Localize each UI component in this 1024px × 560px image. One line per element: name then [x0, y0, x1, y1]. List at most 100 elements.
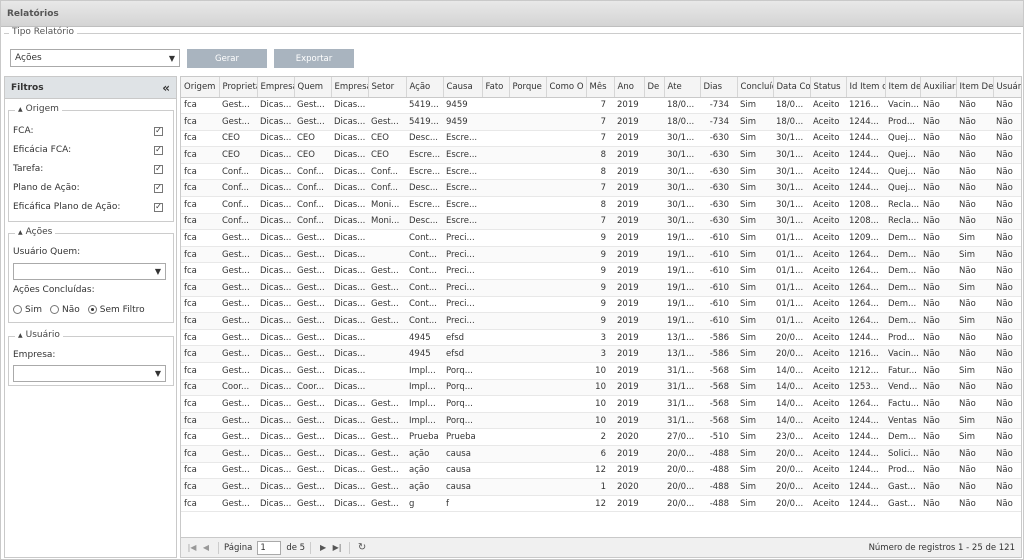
tipo-relatorio-select[interactable]: Ações ▼ [10, 49, 180, 67]
table-row[interactable]: fca Gest... Dicas... Gest... Dicas... Gest...… [181, 262, 1021, 281]
table-cell: -568 [700, 362, 737, 380]
table-row[interactable]: fca Coor... Dicas... Coor... Dicas... Impl...… [181, 379, 1021, 397]
table-row[interactable]: fca Gest... Dicas... Gest... Dicas... Gest...… [181, 279, 1021, 297]
table-cell [546, 113, 586, 131]
column-header[interactable]: Como O [546, 77, 587, 98]
column-header[interactable]: Ano [614, 77, 645, 98]
table-row[interactable]: fca Gest... Dicas... Gest... Dicas... Gest...… [181, 462, 1021, 480]
caret-up-icon[interactable]: ▲ [18, 332, 23, 339]
column-header[interactable]: Usuário [993, 77, 1021, 98]
table-cell: Gest... [294, 478, 331, 496]
column-header[interactable]: Data Co [773, 77, 811, 98]
column-header[interactable]: Ação [406, 77, 444, 98]
table-cell: Não [956, 478, 993, 496]
origem-group: ▲ Origem FCA: ✓ Eficácia FCA: ✓ Tarefa: ✓ Plano… [8, 104, 174, 222]
table-cell: Dem... [885, 312, 920, 330]
column-header[interactable]: Fato [482, 77, 510, 98]
column-header[interactable]: Concluíd [737, 77, 774, 98]
table-row[interactable]: fca Gest... Dicas... Gest... Dicas... Gest...… [181, 495, 1021, 513]
table-cell: Dicas... [257, 113, 294, 131]
collapse-icon[interactable]: « [162, 81, 170, 95]
acoes-legend[interactable]: ▲ Ações [15, 227, 56, 237]
prev-page-icon[interactable]: ◀ [199, 543, 213, 552]
column-header[interactable]: Item de [885, 77, 921, 98]
table-row[interactable]: fca Gest... Dicas... Gest... Dicas... Gest...… [181, 395, 1021, 413]
exportar-button[interactable]: Exportar [274, 49, 354, 68]
table-row[interactable]: fca Gest... Dicas... Gest... Dicas... Gest...… [181, 412, 1021, 430]
column-header[interactable]: Auxiliar [920, 77, 957, 98]
column-header[interactable]: Empresa [257, 77, 295, 98]
table-cell: 9459 [443, 97, 482, 115]
gerar-button[interactable]: Gerar [187, 49, 267, 68]
column-header[interactable]: Proprietá [219, 77, 258, 98]
column-header[interactable]: Setor [368, 77, 407, 98]
chevron-down-icon[interactable]: ▼ [165, 50, 179, 66]
table-row[interactable]: fca Gest... Dicas... Gest... Dicas... 4945 efs… [181, 329, 1021, 347]
next-page-icon[interactable]: ▶ [316, 543, 330, 552]
table-cell: fca [181, 246, 219, 264]
table-row[interactable]: fca Gest... Dicas... Gest... Dicas... Gest...… [181, 296, 1021, 314]
table-row[interactable]: fca Gest... Dicas... Gest... Dicas... Impl...… [181, 362, 1021, 380]
table-row[interactable]: fca Conf... Dicas... Conf... Dicas... Conf...… [181, 163, 1021, 181]
table-cell: Não [920, 279, 956, 297]
column-header[interactable]: Mês [586, 77, 615, 98]
radio-icon[interactable] [49, 305, 59, 314]
column-header[interactable]: De [644, 77, 665, 98]
usuario-quem-select[interactable]: ▼ [13, 263, 166, 280]
column-header[interactable]: Status [810, 77, 847, 98]
table-cell: Prod... [885, 329, 920, 347]
page-input[interactable]: 1 [257, 540, 282, 555]
table-row[interactable]: fca Gest... Dicas... Gest... Dicas... Gest...… [181, 478, 1021, 496]
empresa-select[interactable]: ▼ [13, 365, 166, 382]
caret-up-icon[interactable]: ▲ [18, 229, 23, 236]
table-cell: Não [993, 329, 1021, 347]
table-row[interactable]: fca Gest... Dicas... Gest... Dicas... 5419...… [181, 97, 1021, 115]
table-cell: -488 [700, 462, 737, 480]
column-header[interactable]: Dias [700, 77, 738, 98]
table-cell: Dicas... [257, 445, 294, 463]
page-label: Página [224, 542, 253, 553]
acoes-legend-label: Ações [25, 227, 53, 237]
concluidas-radio-option[interactable]: Sem Filtro [87, 305, 145, 315]
table-row[interactable]: fca Gest... Dicas... Gest... Dicas... Gest...… [181, 445, 1021, 463]
column-header[interactable]: Origem [181, 77, 220, 98]
chevron-down-icon[interactable]: ▼ [151, 264, 165, 279]
table-row[interactable]: fca Gest... Dicas... Gest... Dicas... Gest...… [181, 113, 1021, 131]
table-row[interactable]: fca Gest... Dicas... Gest... Dicas... Gest...… [181, 428, 1021, 446]
table-cell [546, 362, 586, 380]
origem-legend[interactable]: ▲ Origem [15, 104, 62, 114]
table-row[interactable]: fca Gest... Dicas... Gest... Dicas... Cont...… [181, 246, 1021, 264]
last-page-icon[interactable]: ▶| [330, 543, 344, 552]
column-header[interactable]: Empresa [331, 77, 369, 98]
table-cell: Quej... [885, 130, 920, 148]
table-row[interactable]: fca Conf... Dicas... Conf... Dicas... Moni...… [181, 196, 1021, 214]
table-row[interactable]: fca Conf... Dicas... Conf... Dicas... Conf...… [181, 179, 1021, 198]
origem-filter-checkbox[interactable]: ✓ [154, 145, 163, 155]
column-header[interactable]: Ate [664, 77, 701, 98]
table-row[interactable]: fca Gest... Dicas... Gest... Dicas... Gest...… [181, 312, 1021, 330]
concluidas-radio-option[interactable]: Não [49, 305, 80, 315]
caret-up-icon[interactable]: ▲ [18, 106, 23, 113]
origem-filter-checkbox[interactable]: ✓ [154, 202, 163, 212]
column-header[interactable]: Causa [443, 77, 483, 98]
radio-icon[interactable] [13, 305, 22, 314]
column-header[interactable]: Item De [956, 77, 994, 98]
table-row[interactable]: fca Conf... Dicas... Conf... Dicas... Moni...… [181, 213, 1021, 231]
radio-icon[interactable] [87, 305, 97, 314]
table-cell [482, 163, 509, 181]
column-header[interactable]: Quem [294, 77, 332, 98]
usuario-legend[interactable]: ▲ Usuário [15, 330, 63, 340]
origem-filter-checkbox[interactable]: ✓ [154, 126, 163, 136]
origem-filter-checkbox[interactable]: ✓ [154, 183, 163, 193]
table-row[interactable]: fca Gest... Dicas... Gest... Dicas... 4945 efs… [181, 345, 1021, 363]
table-row[interactable]: fca CEO Dicas... CEO Dicas... CEO Desc... Escre… [181, 130, 1021, 148]
chevron-down-icon[interactable]: ▼ [151, 366, 165, 381]
first-page-icon[interactable]: |◀ [185, 543, 199, 552]
table-row[interactable]: fca CEO Dicas... CEO Dicas... CEO Escre... Escr… [181, 146, 1021, 164]
table-row[interactable]: fca Gest... Dicas... Gest... Dicas... Cont...… [181, 229, 1021, 247]
origem-filter-checkbox[interactable]: ✓ [154, 164, 163, 174]
refresh-icon[interactable]: ↻ [355, 542, 369, 553]
column-header[interactable]: Porque [509, 77, 547, 98]
column-header[interactable]: Id Item c [846, 77, 886, 98]
concluidas-radio-option[interactable]: Sim [13, 305, 42, 315]
